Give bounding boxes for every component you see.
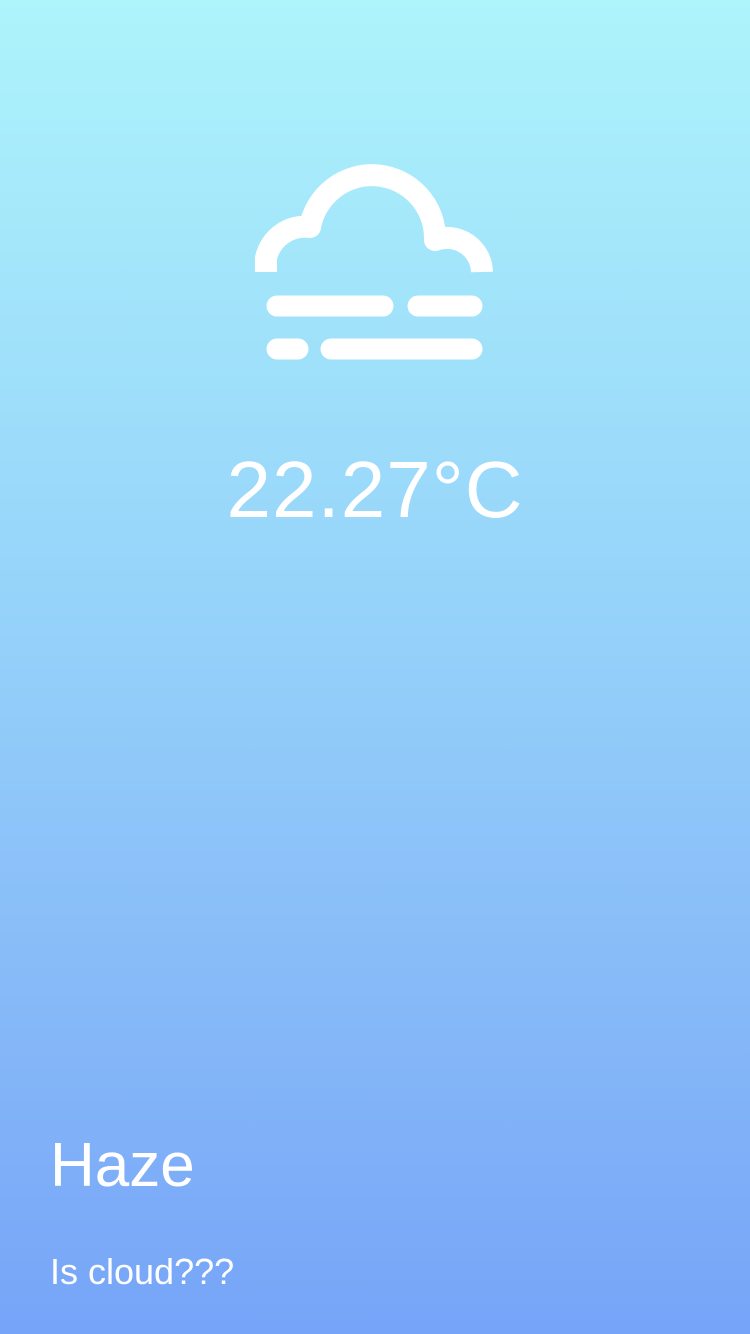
weather-screen: 22.27°C Haze Is cloud??? [0,0,750,1334]
haze-icon [255,164,493,360]
weather-condition: Haze [50,1131,195,1200]
weather-description: Is cloud??? [50,1251,235,1292]
temperature-value: 22.27°C [226,445,524,534]
